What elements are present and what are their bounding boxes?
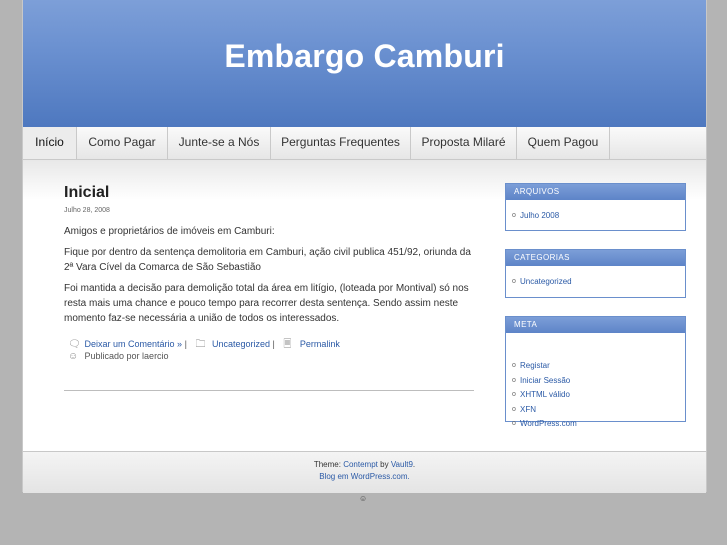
bullet-icon: o xyxy=(512,212,516,219)
post-paragraph: Foi mantida a decisão para demolição tot… xyxy=(64,283,469,324)
widget-archives: ARQUIVOS o Julho 2008 xyxy=(505,183,686,231)
meta-link-xhtml[interactable]: XHTML válido xyxy=(520,390,570,399)
comment-icon: 🗨︎ xyxy=(68,339,81,350)
nav-item-proposta[interactable]: Proposta Milaré xyxy=(411,127,517,159)
main-navigation: Início Como Pagar Junte-se a Nós Pergunt… xyxy=(23,127,706,160)
nav-item-perguntas[interactable]: Perguntas Frequentes xyxy=(271,127,411,159)
archive-link[interactable]: Julho 2008 xyxy=(520,211,559,220)
nav-item-junte-se[interactable]: Junte-se a Nós xyxy=(168,127,271,159)
author-label: Publicado por laercio xyxy=(84,351,169,361)
widget-title-meta: META xyxy=(506,317,685,333)
bullet-icon: o xyxy=(512,278,516,285)
widget-meta: META o Registar o Iniciar Sessão o XHTML… xyxy=(505,316,686,428)
nav-item-como-pagar[interactable]: Como Pagar xyxy=(77,127,168,159)
user-icon: ☺︎ xyxy=(68,351,79,362)
bullet-icon: o xyxy=(512,420,516,427)
footer-theme-link[interactable]: Contempt xyxy=(343,460,378,469)
list-item: o XHTML válido xyxy=(506,388,685,403)
bullet-icon: o xyxy=(512,376,516,384)
post-title[interactable]: Inicial xyxy=(64,184,109,202)
post-divider xyxy=(64,390,474,391)
widget-title-archives: ARQUIVOS xyxy=(506,184,685,200)
link-icon: 🗏︎ xyxy=(283,339,292,350)
page-container: Embargo Camburi Início Como Pagar Junte-… xyxy=(22,0,707,493)
widget-categories: CATEGORIAS o Uncategorized xyxy=(505,249,686,298)
category-sidebar-link[interactable]: Uncategorized xyxy=(520,277,572,286)
widget-title-categories: CATEGORIAS xyxy=(506,250,685,266)
list-item: o Iniciar Sessão xyxy=(506,374,685,389)
bullet-icon: o xyxy=(512,362,516,369)
site-footer: Theme: Contempt by Vault9. Blog em WordP… xyxy=(23,451,706,493)
footer-theme-line: Theme: Contempt by Vault9. xyxy=(23,459,706,471)
list-item: o Uncategorized xyxy=(506,275,685,290)
list-item: o Registar xyxy=(506,359,685,374)
meta-link-register[interactable]: Registar xyxy=(520,361,550,370)
meta-link-xfn[interactable]: XFN xyxy=(520,405,536,414)
bullet-icon: o xyxy=(512,405,516,413)
list-item: o WordPress.com xyxy=(506,417,685,432)
folder-icon: 🗀︎ xyxy=(195,339,206,350)
nav-item-quem-pagou[interactable]: Quem Pagou xyxy=(517,127,610,159)
category-link[interactable]: Uncategorized xyxy=(212,339,270,349)
site-title[interactable]: Embargo Camburi xyxy=(23,38,706,75)
footer-by: by xyxy=(380,460,389,469)
post-paragraph: Fique por dentro da sentença demolitoria… xyxy=(64,247,471,273)
footer-period: . xyxy=(412,460,416,469)
permalink-link[interactable]: Permalink xyxy=(300,339,340,349)
meta-separator: | xyxy=(272,339,275,349)
footer-author-link[interactable]: Vault9 xyxy=(391,460,413,469)
site-header: Embargo Camburi xyxy=(23,0,706,128)
comment-link[interactable]: Deixar um Comentário » xyxy=(85,339,183,349)
post-author: ☺︎ Publicado por laercio xyxy=(68,351,169,362)
smiley-icon: ☺︎ xyxy=(359,494,368,503)
bullet-icon: o xyxy=(512,391,516,398)
footer-theme-prefix: Theme: xyxy=(313,460,341,469)
meta-link-login[interactable]: Iniciar Sessão xyxy=(520,376,570,385)
post-date: Julho 28, 2008 xyxy=(64,207,110,214)
list-item: o XFN xyxy=(506,403,685,418)
meta-link-wordpress[interactable]: WordPress.com xyxy=(520,419,577,428)
footer-blog-link[interactable]: Blog em WordPress.com. xyxy=(23,471,706,483)
post-paragraph: Amigos e proprietários de imóveis em Cam… xyxy=(64,226,275,237)
list-item: o Julho 2008 xyxy=(506,209,685,224)
meta-separator: | xyxy=(184,339,187,349)
nav-item-inicio[interactable]: Início xyxy=(23,127,77,159)
